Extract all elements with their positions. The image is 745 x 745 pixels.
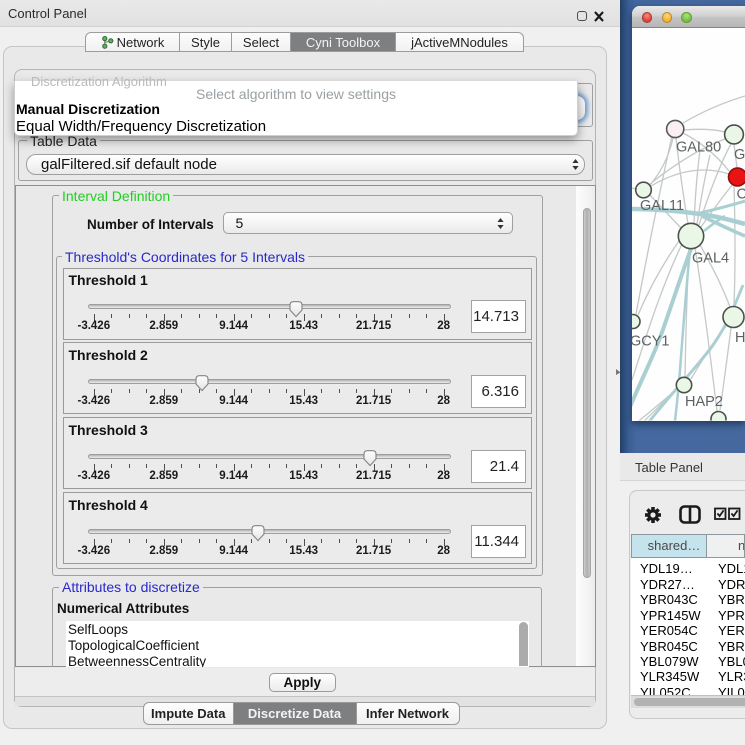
svg-text:GAL11: GAL11 xyxy=(640,198,684,214)
svg-text:GCY1: GCY1 xyxy=(630,334,670,350)
svg-text:C: C xyxy=(737,187,745,203)
svg-text:GAL80: GAL80 xyxy=(676,139,721,155)
svg-text:GA: GA xyxy=(734,147,745,163)
svg-text:H: H xyxy=(735,330,745,346)
svg-text:GAL4: GAL4 xyxy=(692,251,729,267)
svg-text:HAP2: HAP2 xyxy=(685,394,723,410)
